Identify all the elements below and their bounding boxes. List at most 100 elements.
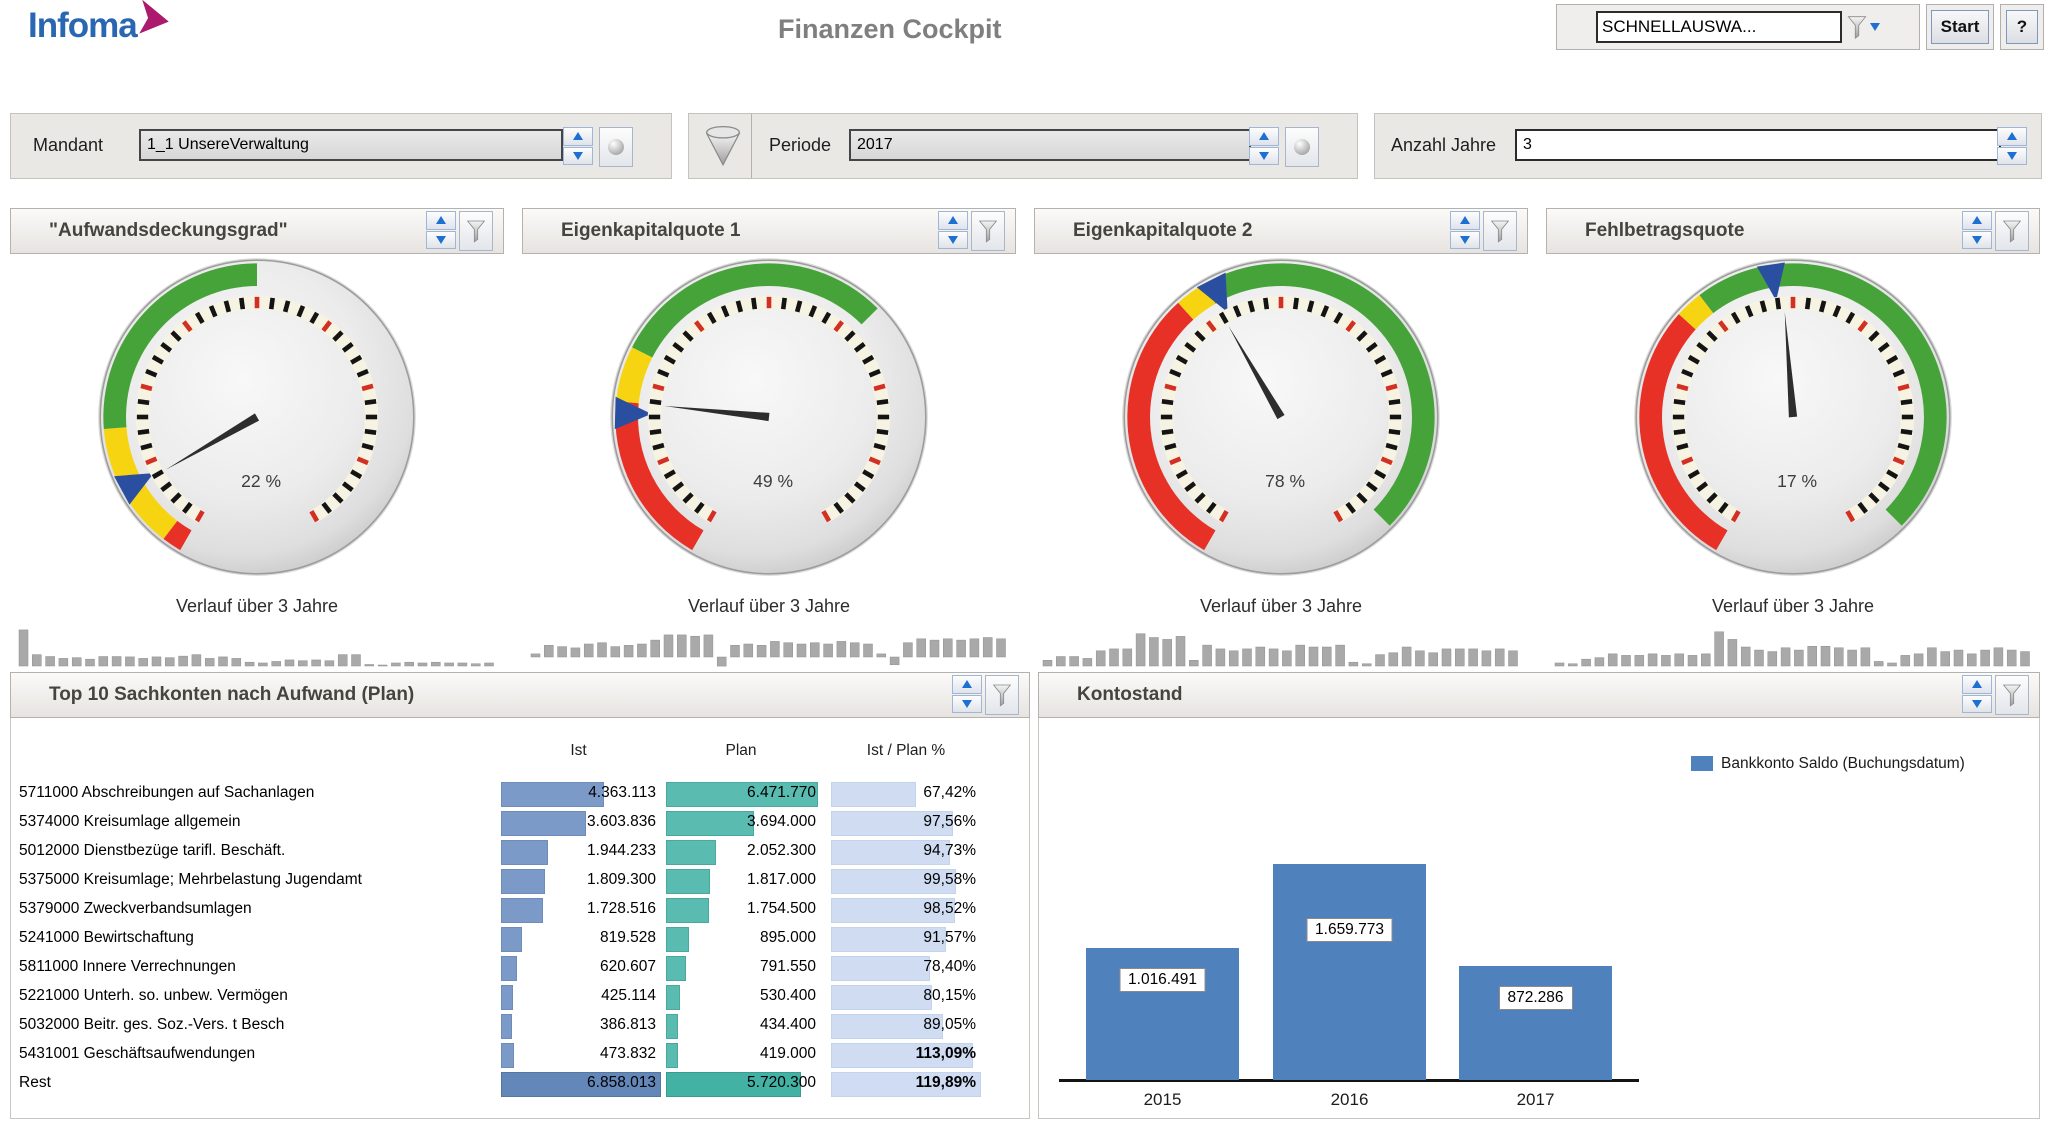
mandant-filter-button[interactable] bbox=[599, 127, 633, 167]
gauge-filter-button[interactable] bbox=[971, 211, 1005, 251]
x-tick-label: 2015 bbox=[1086, 1090, 1239, 1110]
table-row: 5711000 Abschreibungen auf Sachanlagen 4… bbox=[11, 779, 1029, 808]
plan-value: 791.550 bbox=[666, 958, 816, 976]
mandant-spinner bbox=[563, 127, 593, 165]
spin-up-button[interactable] bbox=[1962, 675, 1992, 694]
trend-sparkline bbox=[1042, 624, 1520, 670]
spin-down-button[interactable] bbox=[1962, 231, 1992, 250]
quick-select-filter-button[interactable] bbox=[1846, 15, 1880, 39]
trend-label: Verlauf über 3 Jahre bbox=[522, 596, 1016, 617]
quick-select-input[interactable] bbox=[1596, 11, 1842, 43]
gauge-panel-header: Eigenkapitalquote 2 bbox=[1034, 208, 1528, 254]
arrow-down-icon bbox=[962, 700, 972, 708]
funnel-icon bbox=[2002, 683, 2022, 707]
spin-down-button[interactable] bbox=[1450, 231, 1480, 250]
spin-up-button[interactable] bbox=[426, 211, 456, 230]
spin-down-button[interactable] bbox=[426, 231, 456, 250]
gauge-title: Eigenkapitalquote 1 bbox=[561, 220, 938, 242]
plan-value: 3.694.000 bbox=[666, 813, 816, 831]
anzahl-jahre-label: Anzahl Jahre bbox=[1391, 135, 1496, 156]
column-header-ist-plan: Ist / Plan % bbox=[831, 742, 981, 760]
gauge-dial: 17 % bbox=[1628, 252, 1958, 582]
kontostand-filter-button[interactable] bbox=[1995, 675, 2029, 715]
trend-label: Verlauf über 3 Jahre bbox=[10, 596, 504, 617]
start-button-group: Start bbox=[1926, 4, 1994, 50]
bar-value-label: 1.659.773 bbox=[1306, 918, 1393, 942]
spin-up-button[interactable] bbox=[563, 127, 593, 146]
spin-up-button[interactable] bbox=[1997, 127, 2027, 146]
gauge-value-label: 49 % bbox=[753, 471, 793, 491]
gauge-spinner bbox=[1450, 211, 1480, 249]
account-label: 5379000 Zweckverbandsumlagen bbox=[19, 900, 252, 918]
periode-filter-button[interactable] bbox=[1285, 127, 1319, 167]
spin-up-button[interactable] bbox=[952, 675, 982, 694]
top10-panel-header: Top 10 Sachkonten nach Aufwand (Plan) bbox=[10, 672, 1030, 718]
arrow-down-icon bbox=[1972, 236, 1982, 244]
table-row: 5241000 Bewirtschaftung 819.528 895.000 … bbox=[11, 924, 1029, 953]
gauge-value-label: 17 % bbox=[1777, 471, 1817, 491]
spin-up-button[interactable] bbox=[1962, 211, 1992, 230]
kontostand-chart: Bankkonto Saldo (Buchungsdatum) 1.016.49… bbox=[1038, 718, 2040, 1119]
account-label: 5374000 Kreisumlage allgemein bbox=[19, 813, 240, 831]
gauge-panel-header: "Aufwandsdeckungsgrad" bbox=[10, 208, 504, 254]
ratio-value: 99,58% bbox=[831, 871, 976, 889]
arrow-up-icon bbox=[573, 132, 583, 140]
account-label: 5811000 Innere Verrechnungen bbox=[19, 958, 236, 976]
arrow-down-icon bbox=[1870, 23, 1880, 31]
ratio-value: 67,42% bbox=[831, 784, 976, 802]
top10-table: Ist Plan Ist / Plan % 5711000 Abschreibu… bbox=[10, 718, 1030, 1119]
gauge-value-label: 22 % bbox=[241, 471, 281, 491]
ist-value: 3.603.836 bbox=[501, 813, 656, 831]
ist-value: 4.363.113 bbox=[501, 784, 656, 802]
funnel-icon bbox=[992, 683, 1012, 707]
top10-filter-button[interactable] bbox=[985, 675, 1019, 715]
ratio-value: 119,89% bbox=[831, 1074, 976, 1092]
page-title: Finanzen Cockpit bbox=[778, 14, 1002, 45]
gauge-filter-button[interactable] bbox=[1995, 211, 2029, 251]
spin-up-button[interactable] bbox=[938, 211, 968, 230]
bar-2017 bbox=[1459, 966, 1612, 1080]
spin-down-button[interactable] bbox=[1249, 147, 1279, 166]
ratio-value: 80,15% bbox=[831, 987, 976, 1005]
bar-value-label: 872.286 bbox=[1498, 986, 1572, 1010]
spin-down-button[interactable] bbox=[1962, 695, 1992, 714]
gauge-filter-button[interactable] bbox=[1483, 211, 1517, 251]
gauge-spinner bbox=[1962, 211, 1992, 249]
filter-ball-icon bbox=[1294, 139, 1310, 155]
start-button[interactable]: Start bbox=[1931, 10, 1989, 44]
bar-value-label: 1.016.491 bbox=[1119, 968, 1206, 992]
periode-input[interactable] bbox=[849, 129, 1251, 161]
funnel-cone-icon bbox=[703, 123, 743, 169]
ist-value: 386.813 bbox=[501, 1016, 656, 1034]
spin-up-button[interactable] bbox=[1450, 211, 1480, 230]
column-header-plan: Plan bbox=[666, 742, 816, 760]
spin-down-button[interactable] bbox=[1997, 147, 2027, 166]
help-button[interactable]: ? bbox=[2006, 10, 2038, 44]
trend-label: Verlauf über 3 Jahre bbox=[1546, 596, 2040, 617]
gauge-filter-button[interactable] bbox=[459, 211, 493, 251]
gauge-dial: 78 % bbox=[1116, 252, 1446, 582]
logo-arrow-icon bbox=[136, 0, 171, 38]
anzahl-jahre-input[interactable] bbox=[1515, 129, 2001, 161]
anzahl-jahre-filter-section: Anzahl Jahre bbox=[1374, 113, 2042, 179]
ist-value: 473.832 bbox=[501, 1045, 656, 1063]
legend-swatch bbox=[1691, 756, 1713, 771]
kontostand-title: Kontostand bbox=[1077, 684, 1962, 706]
account-label: 5431001 Geschäftsaufwendungen bbox=[19, 1045, 255, 1063]
spin-down-button[interactable] bbox=[938, 231, 968, 250]
gauge-title: "Aufwandsdeckungsgrad" bbox=[49, 220, 426, 242]
trend-sparkline bbox=[1554, 624, 2032, 670]
spin-down-button[interactable] bbox=[563, 147, 593, 166]
top10-spinner bbox=[952, 675, 982, 713]
kontostand-spinner bbox=[1962, 675, 1992, 713]
mandant-input[interactable] bbox=[139, 129, 563, 161]
ist-value: 425.114 bbox=[501, 987, 656, 1005]
gauge-dial: 49 % bbox=[604, 252, 934, 582]
spin-down-button[interactable] bbox=[952, 695, 982, 714]
ist-value: 819.528 bbox=[501, 929, 656, 947]
account-label: 5221000 Unterh. so. unbew. Vermögen bbox=[19, 987, 288, 1005]
spin-up-button[interactable] bbox=[1249, 127, 1279, 146]
table-row: 5375000 Kreisumlage; Mehrbelastung Jugen… bbox=[11, 866, 1029, 895]
arrow-up-icon bbox=[948, 216, 958, 224]
funnel-icon bbox=[978, 219, 998, 243]
